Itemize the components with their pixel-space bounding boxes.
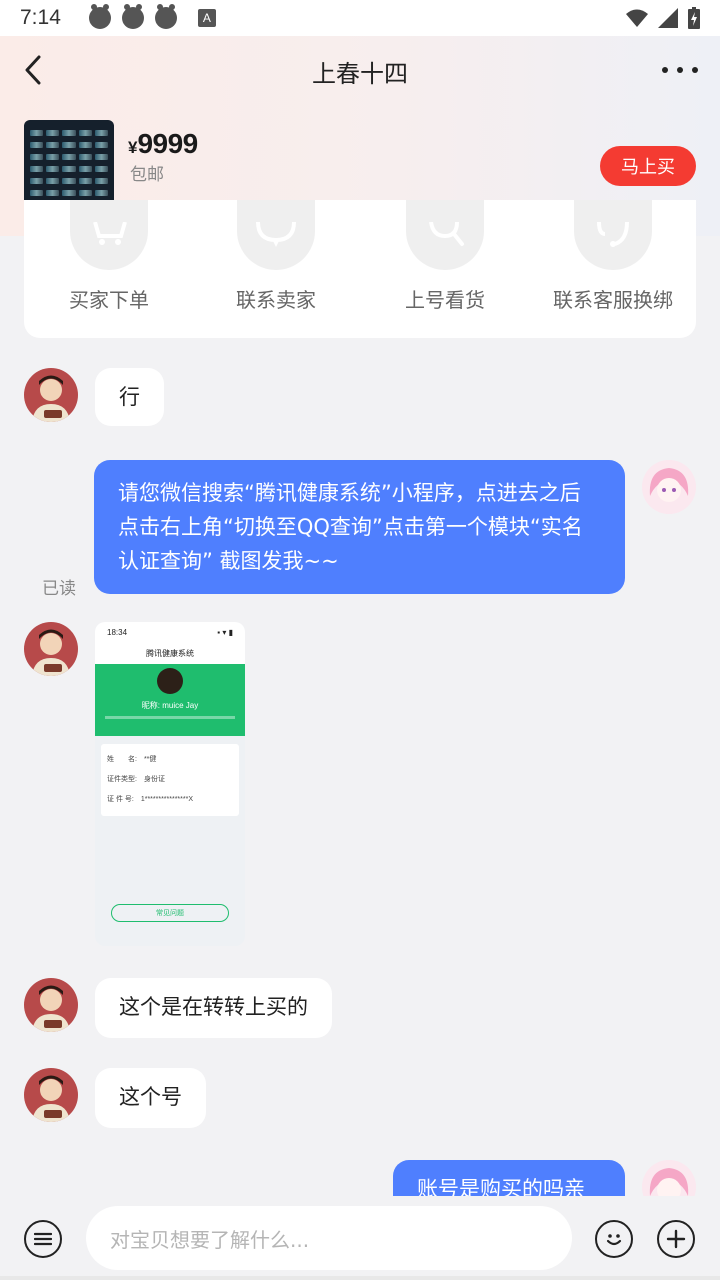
cart-icon [93, 222, 127, 245]
screenshot-faq-button: 常见问题 [111, 904, 229, 922]
more-dot-icon [677, 67, 683, 73]
action-label: 买家下单 [69, 288, 149, 312]
magnifier-icon [429, 222, 464, 246]
action-buyer-order[interactable]: 买家下单 [24, 200, 194, 313]
more-dot-icon [692, 67, 698, 73]
price-value: 9999 [137, 128, 198, 159]
screenshot-nickname: 昵称: muice Jay [141, 701, 199, 710]
my-avatar[interactable] [642, 460, 696, 514]
image-message[interactable]: 18:34 ▪ ▾ ▮ 腾讯健康系统 昵称: muice Jay 姓 名: **… [95, 622, 245, 946]
headset-icon [597, 222, 629, 247]
notification-icon [154, 4, 177, 29]
a-icon: A [197, 9, 216, 27]
notification-icon [88, 4, 111, 29]
screenshot-row: 姓 名: **健 [107, 756, 157, 763]
screenshot-profile: 昵称: muice Jay [95, 664, 245, 736]
message-bubble: 行 [95, 368, 164, 426]
action-contact-seller[interactable]: 联系卖家 [191, 200, 361, 313]
message-bubble-mine: 请您微信搜索“腾讯健康系统”小程序，点进去之后点击右上角“切换至QQ查询”点击第… [94, 460, 625, 594]
more-dot-icon [662, 67, 668, 73]
action-login-inspect[interactable]: 上号看货 [360, 200, 530, 313]
menu-icon [34, 1232, 52, 1246]
avatar-icon [32, 375, 70, 422]
chat-icon [256, 222, 296, 247]
signal-icon [658, 8, 678, 28]
product-price: ¥9999 [128, 128, 198, 160]
buy-now-button[interactable]: 马上买 [600, 146, 696, 186]
message-input[interactable]: 对宝贝想要了解什么... [86, 1206, 572, 1270]
screenshot-time: 18:34 [107, 628, 128, 637]
seller-avatar[interactable] [24, 978, 78, 1032]
avatar-icon [32, 629, 70, 676]
message-bubble: 这个号 [95, 1068, 206, 1128]
screenshot-row: 证 件 号: 1****************X [107, 796, 193, 803]
page-title: 上春十四 [312, 60, 408, 88]
action-label: 联系客服换绑 [553, 288, 673, 312]
seller-avatar[interactable] [24, 1068, 78, 1122]
smiley-icon [606, 1234, 622, 1246]
battery-icon [688, 7, 700, 29]
screenshot-row: 证件类型: 身份证 [107, 776, 165, 783]
add-button[interactable] [657, 1220, 695, 1258]
menu-button[interactable] [24, 1220, 62, 1258]
plus-icon [666, 1229, 686, 1249]
read-status: 已读 [42, 579, 76, 599]
wifi-icon [626, 9, 648, 27]
notification-icon [121, 4, 144, 29]
status-bar: 7:14 A [0, 0, 720, 36]
more-button[interactable] [662, 58, 698, 82]
product-thumbnail[interactable] [24, 120, 114, 210]
seller-avatar[interactable] [24, 622, 78, 676]
seller-avatar[interactable] [24, 368, 78, 422]
status-time: 7:14 [20, 6, 61, 29]
actions-card: 买家下单 联系卖家 上号看货 联系客服换绑 [24, 200, 696, 338]
composer-bar: 对宝贝想要了解什么... [0, 1196, 720, 1280]
screenshot-info-table: 姓 名: **健 证件类型: 身份证 证 件 号: 1*************… [101, 744, 239, 816]
shipping-label: 包邮 [130, 165, 164, 185]
action-contact-service[interactable]: 联系客服换绑 [528, 200, 698, 313]
screenshot-title: 腾讯健康系统 [95, 644, 245, 664]
action-label: 上号看货 [405, 288, 485, 312]
home-indicator [0, 1276, 720, 1280]
screenshot-status-icons: ▪ ▾ ▮ [217, 628, 233, 637]
action-label: 联系卖家 [236, 288, 316, 312]
emoji-button[interactable] [595, 1220, 633, 1258]
screenshot-avatar [157, 668, 183, 694]
message-bubble: 这个是在转转上买的 [95, 978, 332, 1038]
avatar-icon [32, 1075, 70, 1122]
avatar-icon [642, 460, 696, 514]
avatar-icon [32, 985, 70, 1032]
